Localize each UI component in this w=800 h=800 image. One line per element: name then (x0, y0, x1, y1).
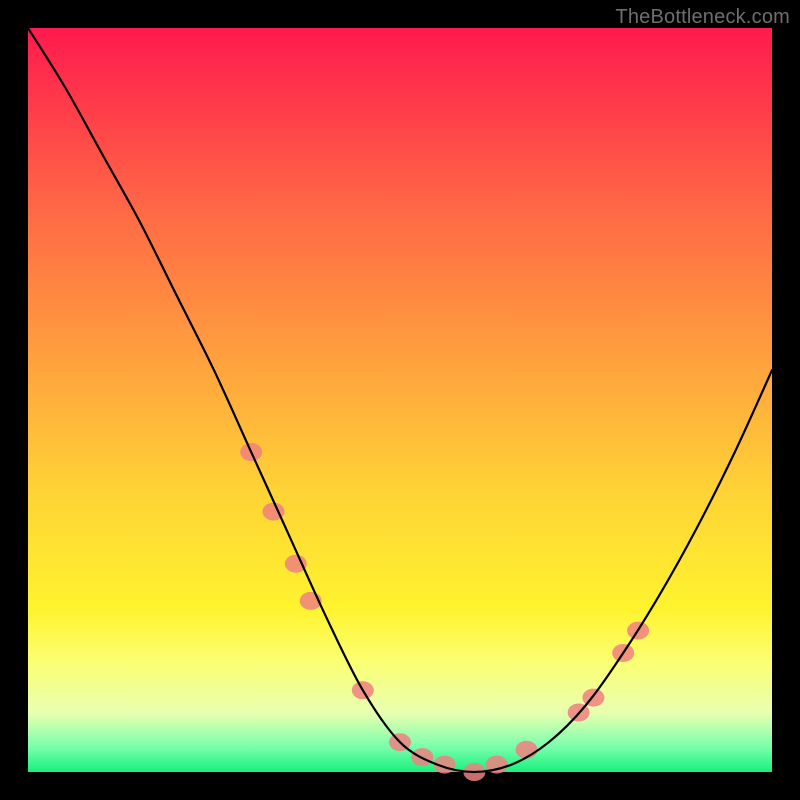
marker-layer (240, 443, 649, 781)
highlight-dot (516, 741, 538, 759)
bottleneck-curve (28, 28, 772, 772)
curve-svg (28, 28, 772, 772)
chart-frame: TheBottleneck.com (0, 0, 800, 800)
plot-area (28, 28, 772, 772)
watermark-text: TheBottleneck.com (615, 6, 790, 29)
